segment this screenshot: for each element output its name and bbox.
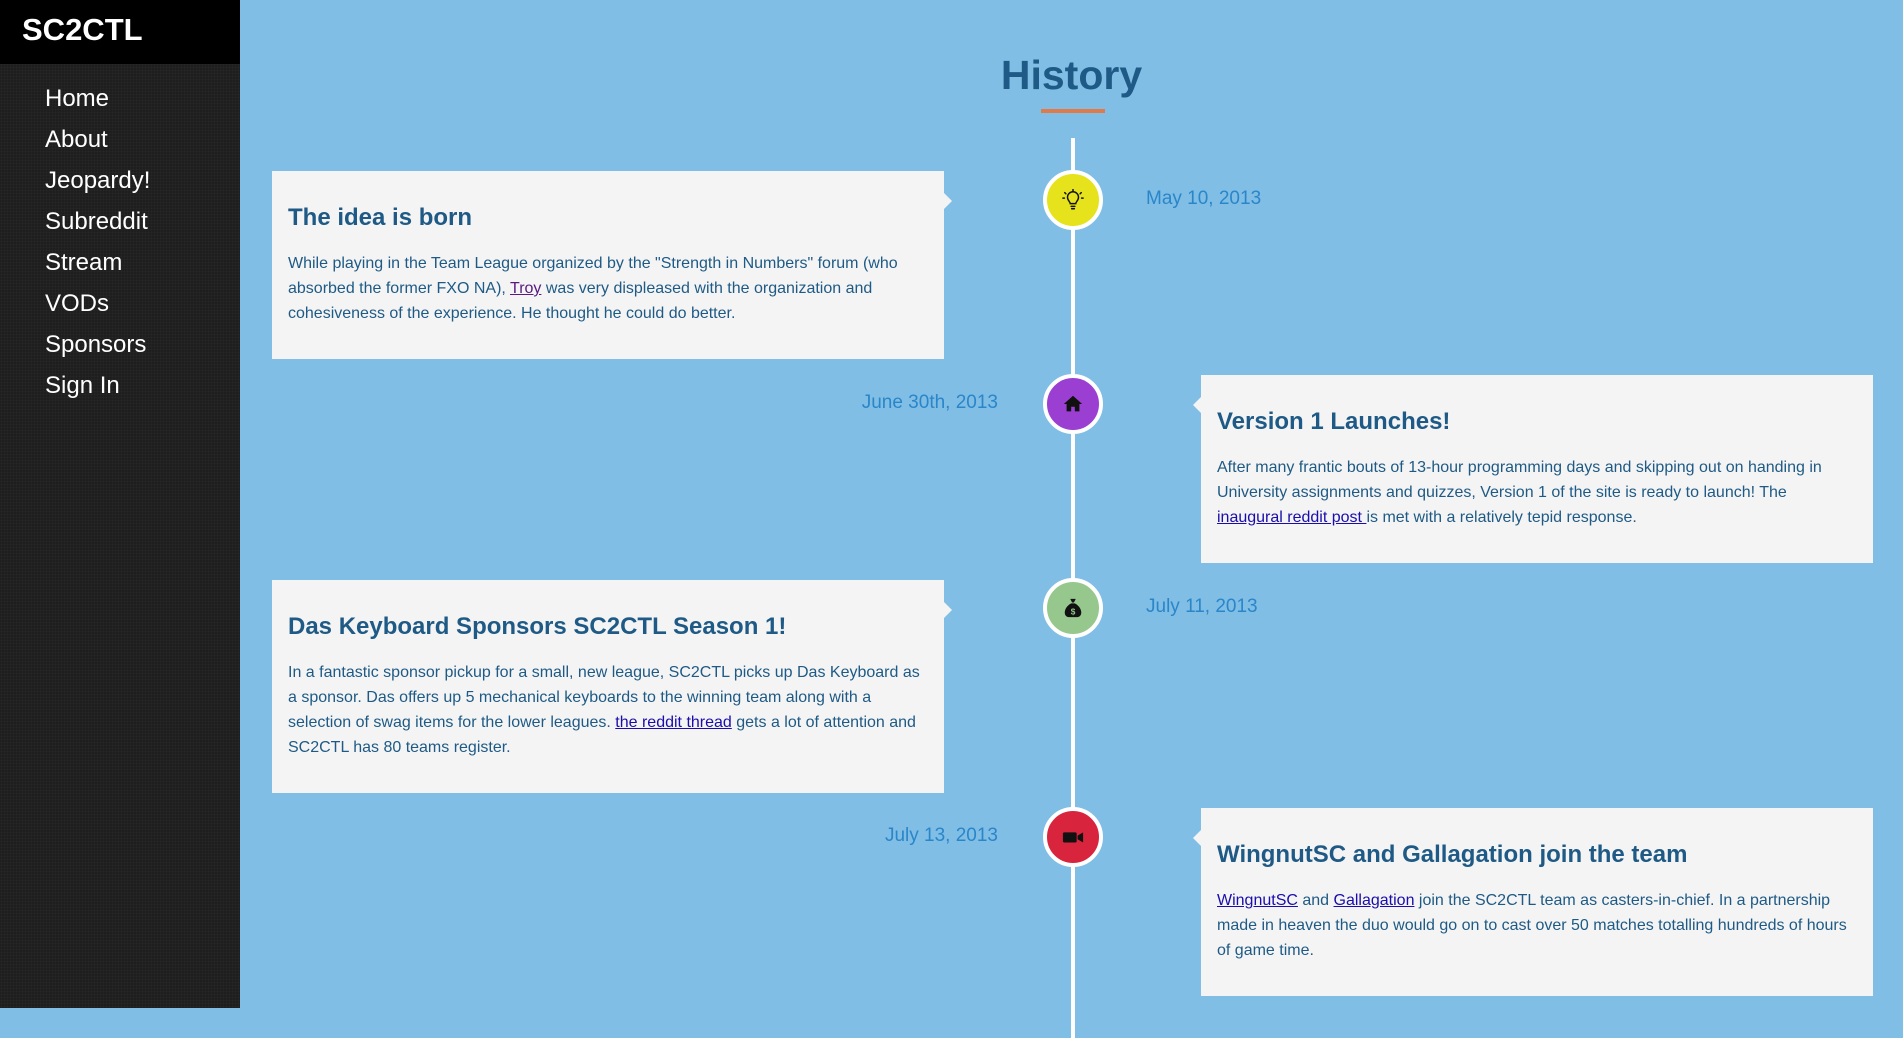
event-date: July 11, 2013 — [1146, 596, 1258, 617]
timeline-marker-1 — [1043, 170, 1103, 230]
timeline-card-idea-born: The idea is born While playing in the Te… — [272, 171, 952, 359]
event-date: July 13, 2013 — [884, 825, 998, 846]
event-title: The idea is born — [288, 204, 473, 231]
nav-item-subreddit[interactable]: Subreddit — [45, 201, 240, 242]
main-content: History The idea is born While playing i… — [240, 0, 1903, 1038]
event-body: After many frantic bouts of 13-hour prog… — [1217, 459, 1822, 526]
inaugural-reddit-post-link[interactable]: inaugural reddit post — [1217, 509, 1366, 526]
nav-item-home[interactable]: Home — [45, 78, 240, 119]
sidebar: SC2CTL Home About Jeopardy! Subreddit St… — [0, 0, 240, 1008]
event-body: WingnutSC and Gallagation join the SC2CT… — [1217, 892, 1847, 959]
timeline-marker-4 — [1043, 807, 1103, 867]
nav-item-stream[interactable]: Stream — [45, 242, 240, 283]
page-title: History — [1000, 52, 1143, 98]
event-title: WingnutSC and Gallagation join the team — [1217, 841, 1688, 868]
nav-item-jeopardy[interactable]: Jeopardy! — [45, 160, 240, 201]
lightbulb-icon — [1062, 189, 1084, 210]
event-date: May 10, 2013 — [1146, 188, 1262, 209]
gallagation-link[interactable]: Gallagation — [1334, 892, 1415, 909]
nav-item-sponsors[interactable]: Sponsors — [45, 324, 240, 365]
event-title: Version 1 Launches! — [1217, 408, 1451, 435]
event-body: In a fantastic sponsor pickup for a smal… — [288, 664, 920, 756]
timeline-marker-2 — [1043, 374, 1103, 434]
brand-logo[interactable]: SC2CTL — [0, 0, 240, 64]
nav-item-about[interactable]: About — [45, 119, 240, 160]
troy-link[interactable]: Troy — [510, 280, 541, 297]
wingnutsc-link[interactable]: WingnutSC — [1217, 892, 1298, 909]
event-date: June 30th, 2013 — [861, 392, 998, 413]
event-body: While playing in the Team League organiz… — [288, 255, 898, 322]
timeline-card-das-keyboard: Das Keyboard Sponsors SC2CTL Season 1! I… — [272, 580, 952, 793]
money-bag-icon: $ — [1064, 598, 1082, 618]
nav-item-sign-in[interactable]: Sign In — [45, 365, 240, 406]
timeline-marker-3: $ — [1043, 578, 1103, 638]
timeline-card-casters-join: WingnutSC and Gallagation join the team … — [1193, 808, 1873, 996]
reddit-thread-link[interactable]: the reddit thread — [615, 714, 732, 731]
event-title: Das Keyboard Sponsors SC2CTL Season 1! — [288, 613, 787, 640]
nav-menu: Home About Jeopardy! Subreddit Stream VO… — [0, 64, 240, 406]
home-icon — [1063, 395, 1083, 412]
video-camera-icon — [1062, 832, 1084, 843]
title-underline — [1041, 109, 1105, 113]
timeline-card-version-1: Version 1 Launches! After many frantic b… — [1193, 375, 1873, 563]
svg-text:$: $ — [1071, 607, 1076, 616]
nav-item-vods[interactable]: VODs — [45, 283, 240, 324]
